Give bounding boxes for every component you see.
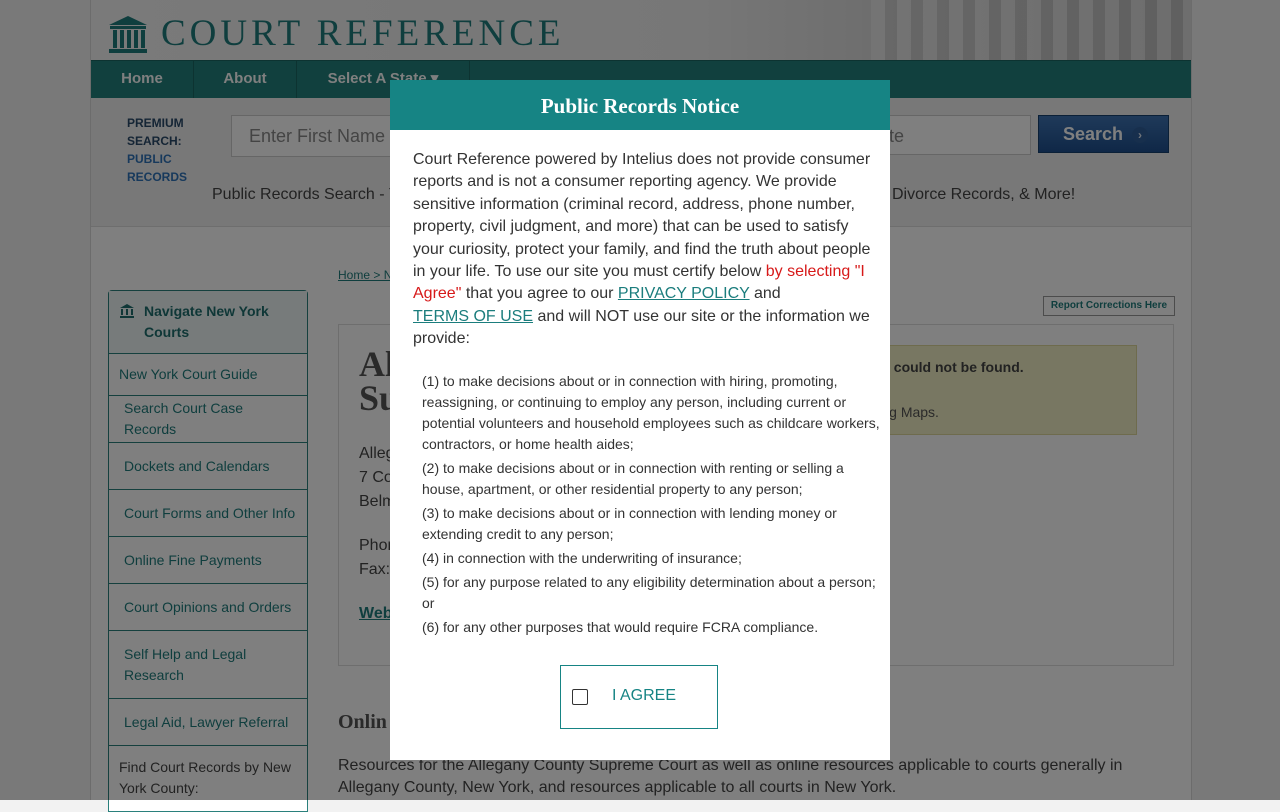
agree-label: I AGREE xyxy=(612,687,677,704)
intro-part-2: that you agree to our xyxy=(461,285,618,303)
public-records-notice-modal: Public Records Notice Court Reference po… xyxy=(390,80,890,760)
privacy-policy-link[interactable]: PRIVACY POLICY xyxy=(618,285,750,302)
list-item: (4) in connection with the underwriting … xyxy=(422,550,742,566)
agree-checkbox[interactable] xyxy=(572,689,588,705)
intro-part-1: Court Reference powered by Intelius does… xyxy=(413,151,871,281)
list-item: (3) to make decisions about or in connec… xyxy=(422,505,837,542)
list-item: (1) to make decisions about or in connec… xyxy=(422,373,880,452)
modal-intro-text: Court Reference powered by Intelius does… xyxy=(413,149,873,351)
intro-part-3: and xyxy=(749,285,781,303)
modal-title: Public Records Notice xyxy=(390,80,890,130)
i-agree-button[interactable]: I AGREE xyxy=(560,665,718,729)
prohibited-uses-list: (1) to make decisions about or in connec… xyxy=(422,371,884,641)
list-item: (2) to make decisions about or in connec… xyxy=(422,460,844,497)
list-item: (6) for any other purposes that would re… xyxy=(422,619,819,635)
list-item: (5) for any purpose related to any eligi… xyxy=(422,574,876,611)
terms-of-use-link[interactable]: TERMS OF USE xyxy=(413,308,533,325)
